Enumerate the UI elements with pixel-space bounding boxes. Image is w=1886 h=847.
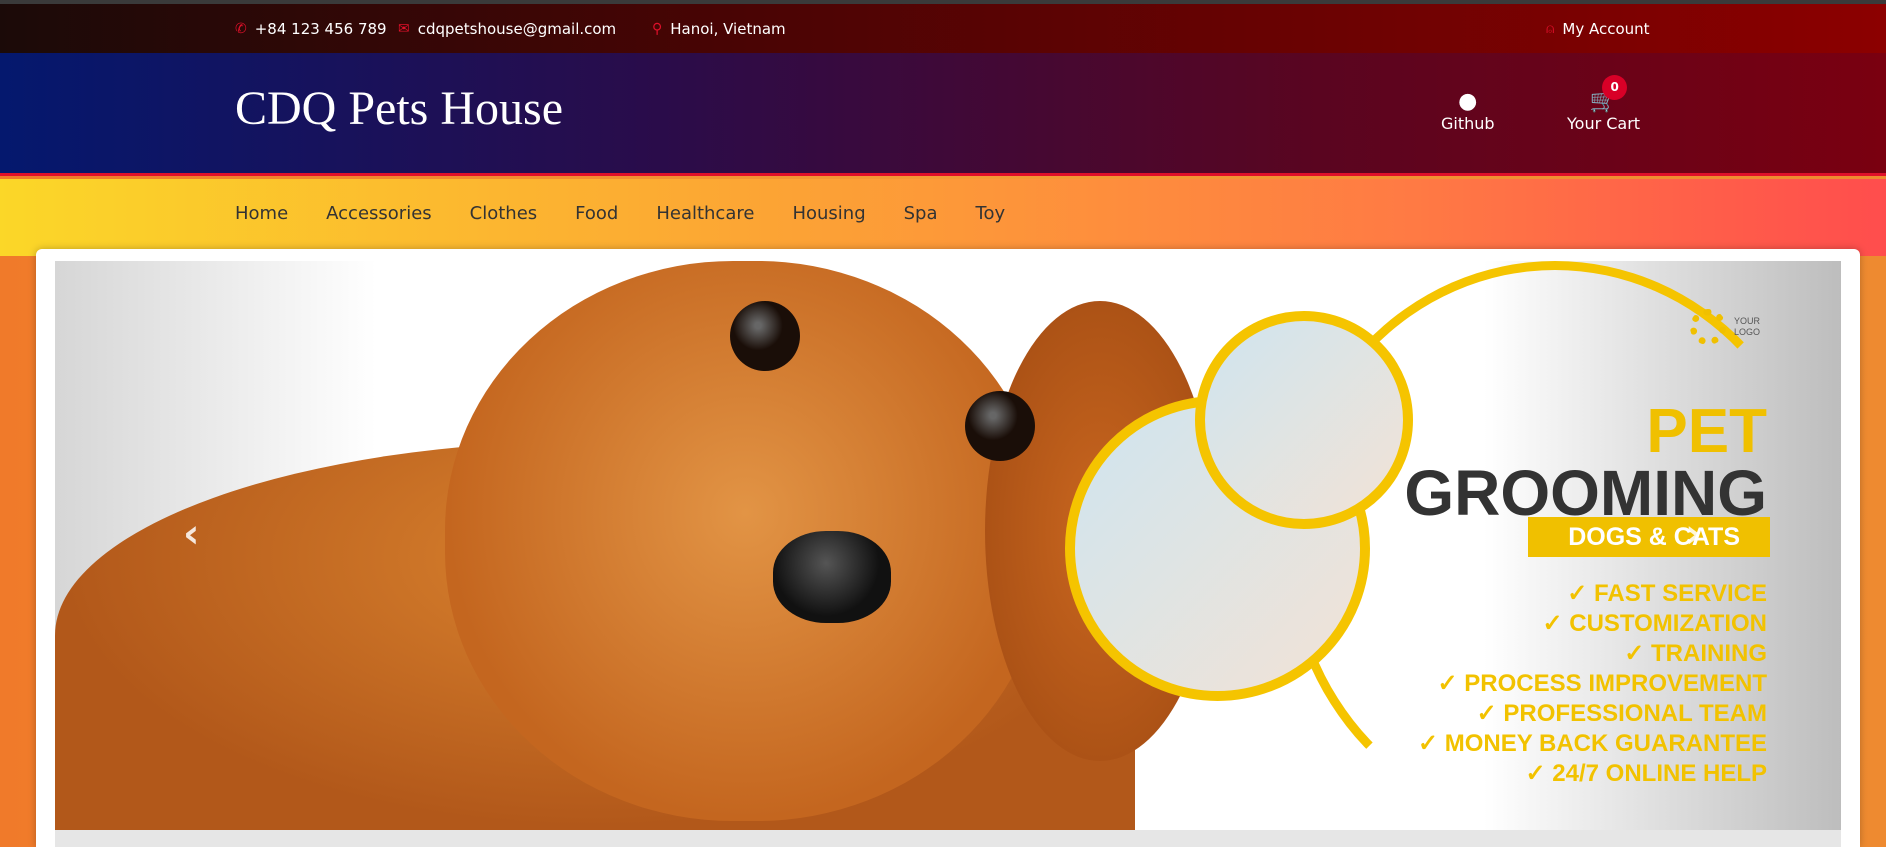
cart-count-badge: 0: [1602, 75, 1628, 100]
carousel-bottom-bar: [55, 830, 1841, 847]
map-marker-icon: ⚲: [652, 21, 663, 37]
your-logo: YOUR LOGO: [1690, 309, 1760, 345]
location-link[interactable]: ⚲ Hanoi, Vietnam: [652, 20, 786, 38]
nav-healthcare[interactable]: Healthcare: [656, 203, 754, 232]
phone-icon: ✆: [235, 21, 247, 37]
dog-eye: [965, 391, 1035, 461]
envelope-icon: ✉: [398, 21, 410, 37]
phone-text: +84 123 456 789: [254, 20, 387, 38]
main-nav: Home Accessories Clothes Food Healthcare…: [0, 179, 1886, 256]
carousel: YOUR LOGO PET GROOMING DOGS & CATS ✓ FAST…: [36, 249, 1860, 847]
nav-clothes[interactable]: Clothes: [470, 203, 538, 232]
nav-toy[interactable]: Toy: [976, 203, 1006, 232]
top-bar: ✆ +84 123 456 789 ✉ cdqpetshouse@gmail.com…: [0, 4, 1886, 53]
dog-nose: [773, 531, 891, 623]
cart-icon: 🛒 0: [1590, 75, 1628, 114]
nav-housing[interactable]: Housing: [792, 203, 865, 232]
phone-link[interactable]: ✆ +84 123 456 789: [235, 20, 387, 38]
site-logo[interactable]: CDQ Pets House: [235, 81, 563, 136]
grooming-photo-circle: [1195, 311, 1413, 529]
promo-subtitle: DOGS & CATS: [1528, 517, 1770, 557]
github-icon: ●: [1458, 89, 1478, 114]
header: CDQ Pets House ● Github 🛒 0 Your Cart: [0, 53, 1886, 176]
nav-accessories[interactable]: Accessories: [326, 203, 432, 232]
nav-home[interactable]: Home: [235, 203, 288, 232]
my-account-link[interactable]: ⍝ My Account: [1546, 20, 1650, 38]
github-button[interactable]: ● Github: [1441, 89, 1495, 133]
dog-eye: [730, 301, 800, 371]
carousel-slide-image: YOUR LOGO PET GROOMING DOGS & CATS ✓ FAST…: [55, 261, 1841, 830]
cart-button[interactable]: 🛒 0 Your Cart: [1567, 75, 1641, 133]
carousel-prev-chevron-icon[interactable]: ‹: [183, 511, 199, 557]
user-icon: ⍝: [1546, 21, 1555, 37]
cart-label: Your Cart: [1567, 114, 1641, 133]
email-link[interactable]: ✉ cdqpetshouse@gmail.com: [398, 20, 616, 38]
my-account-text: My Account: [1562, 20, 1650, 38]
location-text: Hanoi, Vietnam: [670, 20, 786, 38]
nav-food[interactable]: Food: [575, 203, 618, 232]
carousel-next-chevron-icon[interactable]: ›: [1685, 511, 1701, 557]
github-label: Github: [1441, 114, 1495, 133]
feature-list: ✓ FAST SERVICE ✓ CUSTOMIZATION ✓ TRAINING ✓…: [1417, 580, 1767, 787]
email-text: cdqpetshouse@gmail.com: [417, 20, 617, 38]
nav-spa[interactable]: Spa: [904, 203, 938, 232]
